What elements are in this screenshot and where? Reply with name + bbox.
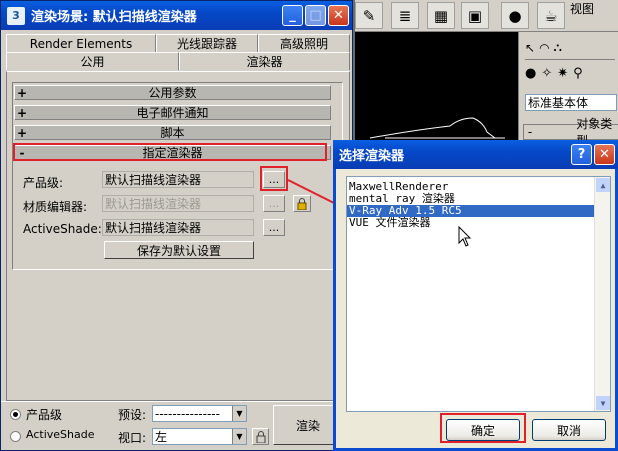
list-scrollbar[interactable]: ▲ ▼ — [594, 177, 610, 411]
shapes-icon[interactable]: ✧ — [541, 66, 552, 81]
help-button[interactable]: ? — [571, 144, 592, 165]
save-as-default-button[interactable]: 保存为默认设置 — [104, 241, 254, 259]
material-editor-renderer-field: 默认扫描线渲染器 — [102, 195, 254, 212]
chevron-down-icon: ▼ — [232, 406, 246, 421]
rollout-title: 公用参数 — [148, 86, 197, 100]
activeshade-choose-button[interactable]: ... — [263, 219, 285, 236]
preset-select[interactable]: --------------- ▼ — [152, 405, 247, 422]
object-type-rollout[interactable]: - 对象类型 — [523, 117, 618, 148]
rollout-scripts[interactable]: + 脚本 — [14, 125, 331, 140]
modify-icon[interactable]: ◠ — [539, 41, 549, 55]
select-renderer-dialog: 选择渲染器 ? ✕ MaxwellRenderer mental ray 渲染器… — [333, 140, 618, 451]
rollout-sign: + — [16, 105, 28, 120]
activeshade-radio[interactable] — [10, 431, 21, 442]
preset-label: 预设: — [118, 408, 147, 422]
rollout-sign: + — [16, 125, 28, 140]
left-viewport[interactable] — [355, 32, 518, 142]
maximize-button[interactable]: □ — [305, 5, 326, 26]
scroll-down-icon[interactable]: ▼ — [596, 396, 610, 410]
highlight-box-ok-button — [440, 413, 526, 443]
select-renderer-title: 选择渲染器 — [339, 149, 405, 164]
activeshade-label: ActiveShade: — [23, 222, 102, 236]
object-type-sign: - — [527, 125, 533, 139]
view-tab[interactable]: 视图 — [570, 0, 594, 17]
render-scene-window: 3 渲染场景: 默认扫描线渲染器 _ □ ✕ Render Elements 光… — [0, 0, 353, 451]
minimize-button[interactable]: _ — [282, 5, 303, 26]
production-label: 产品级: — [23, 176, 64, 190]
viewport-value: 左 — [155, 430, 168, 444]
3dsmax-icon: 3 — [7, 6, 25, 25]
eraser-icon[interactable]: ✎ — [355, 2, 383, 29]
command-panel: ↖ ◠ ⛬ ● ✧ ✷ ⚲ 标准基本体 - 对象类型 — [518, 32, 618, 148]
select-arrow-icon[interactable]: ↖ — [525, 41, 535, 55]
production-renderer-field: 默认扫描线渲染器 — [102, 171, 254, 188]
cameras-icon[interactable]: ⚲ — [573, 66, 583, 81]
lock-icon — [256, 430, 265, 443]
lights-icon[interactable]: ✷ — [557, 66, 568, 81]
command-panel-tabs: ↖ ◠ ⛬ — [525, 36, 615, 60]
dialog-close-button[interactable]: ✕ — [594, 144, 615, 165]
viewport-label: 视口: — [118, 431, 147, 445]
main-toolbar: ✎ ≣ ▦ ▣ ● ☕ 视图 — [355, 0, 618, 32]
select-renderer-titlebar[interactable]: 选择渲染器 ? ✕ — [333, 140, 618, 169]
render-scene-title: 渲染场景: 默认扫描线渲染器 — [31, 10, 197, 25]
renderer-list[interactable]: MaxwellRenderer mental ray 渲染器 V-Ray Adv… — [346, 176, 611, 412]
production-radio[interactable] — [10, 409, 21, 420]
rollout-title: 电子邮件通知 — [136, 106, 209, 120]
scroll-up-icon[interactable]: ▲ — [596, 178, 610, 192]
geometry-icon[interactable]: ● — [525, 66, 536, 81]
close-button[interactable]: ✕ — [328, 5, 349, 26]
rollout-common-parameters[interactable]: + 公用参数 — [14, 85, 331, 100]
rollout-title: 脚本 — [160, 126, 185, 140]
tab-renderer[interactable]: 渲染器 — [179, 52, 350, 70]
render-scene-titlebar[interactable]: 3 渲染场景: 默认扫描线渲染器 _ □ ✕ — [1, 1, 352, 30]
activeshade-radio-label: ActiveShade — [26, 428, 95, 441]
chevron-down-icon: ▼ — [232, 429, 246, 444]
tab-raytracer[interactable]: 光线跟踪器 — [156, 34, 258, 52]
create-categories: ● ✧ ✷ ⚲ — [525, 66, 583, 81]
viewport-select[interactable]: 左 ▼ — [152, 428, 247, 445]
highlight-box-assign-renderer — [13, 143, 327, 161]
material-editor-icon[interactable]: ● — [501, 2, 529, 29]
grid-icon[interactable]: ▦ — [427, 2, 455, 29]
production-radio-label: 产品级 — [26, 408, 63, 422]
viewport-lock-button[interactable] — [252, 428, 269, 445]
tab-advanced-lighting[interactable]: 高级照明 — [258, 34, 350, 52]
renderer-item-vue[interactable]: VUE 文件渲染器 — [347, 217, 610, 229]
cancel-button[interactable]: 取消 — [532, 419, 606, 441]
material-editor-label: 材质编辑器: — [23, 200, 88, 214]
activeshade-renderer-field: 默认扫描线渲染器 — [102, 219, 254, 236]
car-wireframe — [369, 117, 505, 139]
mouse-cursor-icon — [458, 226, 472, 247]
curve-editor-icon[interactable]: ▣ — [461, 2, 489, 29]
hierarchy-icon[interactable]: ⛬ — [554, 40, 562, 55]
tab-common[interactable]: 公用 — [6, 52, 179, 70]
teapot-icon[interactable]: ☕ — [537, 2, 565, 29]
rollout-email-notification[interactable]: + 电子邮件通知 — [14, 105, 331, 120]
preset-value: --------------- — [155, 406, 220, 421]
object-category-value: 标准基本体 — [528, 96, 589, 110]
object-category-select[interactable]: 标准基本体 — [525, 94, 617, 111]
rollout-sign: + — [16, 85, 28, 100]
tab-render-elements[interactable]: Render Elements — [6, 34, 156, 52]
layers-icon[interactable]: ≣ — [391, 2, 419, 29]
